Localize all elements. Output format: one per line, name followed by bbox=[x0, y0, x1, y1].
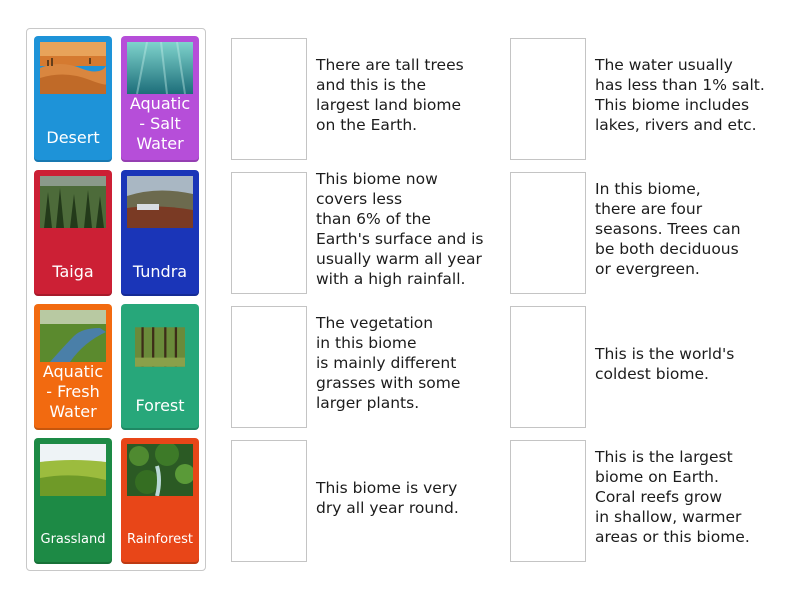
card-grassland[interactable]: Grassland bbox=[34, 438, 112, 564]
card-label: Desert bbox=[46, 128, 100, 147]
taiga-image bbox=[40, 176, 106, 228]
card-label: Rainforest bbox=[126, 532, 194, 547]
card-forest[interactable]: Forest bbox=[121, 304, 199, 430]
description-text: In this biome, there are four seasons. T… bbox=[595, 180, 741, 278]
tundra-image bbox=[127, 176, 193, 228]
forest-image bbox=[135, 327, 185, 367]
description-text: This biome is very dry all year round. bbox=[316, 479, 459, 517]
card-label: Tundra bbox=[132, 262, 188, 281]
card-label: Aquatic - Fresh Water bbox=[42, 362, 104, 421]
drop-box[interactable] bbox=[231, 172, 307, 294]
card-taiga[interactable]: Taiga bbox=[34, 170, 112, 296]
card-desert[interactable]: Desert bbox=[34, 36, 112, 162]
card-aquatic-fresh-water[interactable]: Aquatic - Fresh Water bbox=[34, 304, 112, 430]
description-text: There are tall trees and this is the lar… bbox=[316, 56, 464, 134]
desert-image bbox=[40, 42, 106, 94]
river-image bbox=[40, 310, 106, 362]
card-label: Aquatic - Salt Water bbox=[129, 94, 191, 153]
card-label: Forest bbox=[135, 396, 185, 415]
drop-box[interactable] bbox=[510, 172, 586, 294]
description-text: This biome now covers less than 6% of th… bbox=[316, 170, 484, 288]
grassland-image bbox=[40, 444, 106, 496]
drop-box[interactable] bbox=[231, 306, 307, 428]
drop-box[interactable] bbox=[510, 440, 586, 562]
drop-box[interactable] bbox=[510, 38, 586, 160]
card-label: Taiga bbox=[52, 262, 94, 281]
card-aquatic-salt-water[interactable]: Aquatic - Salt Water bbox=[121, 36, 199, 162]
drop-box[interactable] bbox=[510, 306, 586, 428]
description-text: The water usually has less than 1% salt.… bbox=[595, 56, 765, 134]
description-text: This is the largest biome on Earth. Cora… bbox=[595, 448, 750, 546]
drop-box[interactable] bbox=[231, 38, 307, 160]
ocean-image bbox=[127, 42, 193, 94]
card-rainforest[interactable]: Rainforest bbox=[121, 438, 199, 564]
description-text: This is the world's coldest biome. bbox=[595, 345, 735, 383]
card-label: Grassland bbox=[40, 532, 106, 547]
drop-box[interactable] bbox=[231, 440, 307, 562]
description-text: The vegetation in this biome is mainly d… bbox=[316, 314, 461, 412]
rainforest-image bbox=[127, 444, 193, 496]
card-tundra[interactable]: Tundra bbox=[121, 170, 199, 296]
